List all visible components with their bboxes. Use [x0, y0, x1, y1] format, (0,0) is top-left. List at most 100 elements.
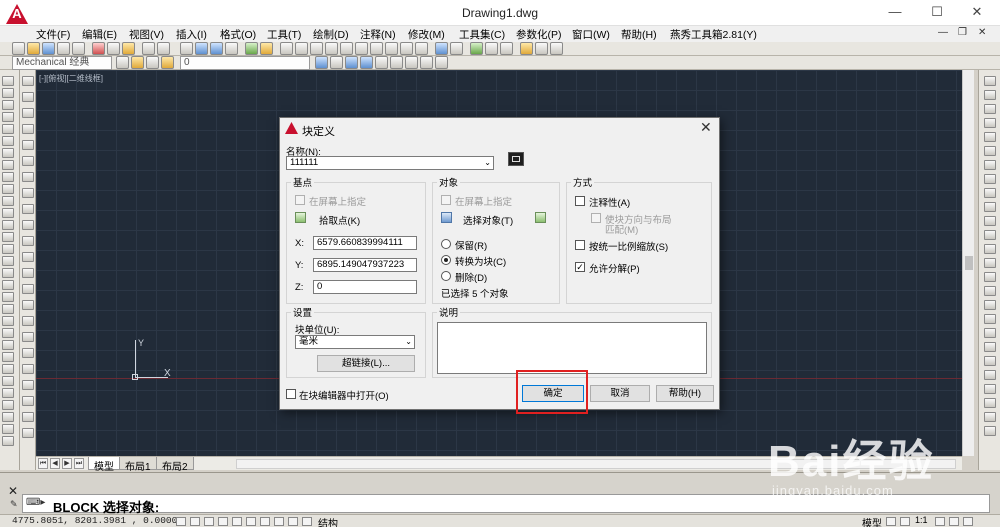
- last-tab-icon[interactable]: ⏭: [74, 458, 84, 469]
- ducs-icon[interactable]: [274, 517, 284, 526]
- quick-view-layouts-icon[interactable]: [886, 517, 896, 526]
- snap-tangent-icon[interactable]: [984, 202, 996, 212]
- single-line-text-icon[interactable]: [22, 316, 34, 326]
- snap-nearest-icon[interactable]: [984, 272, 996, 282]
- redo-icon[interactable]: [157, 42, 170, 55]
- lengthen-icon[interactable]: [22, 140, 34, 150]
- polar-tracking-icon[interactable]: [218, 517, 228, 526]
- menu-draw[interactable]: 绘制(D): [313, 27, 349, 42]
- polyline-icon[interactable]: [2, 100, 14, 110]
- polygon-icon[interactable]: [2, 112, 14, 122]
- match-orientation-checkbox[interactable]: [591, 213, 601, 223]
- fillet-icon[interactable]: [22, 92, 34, 102]
- chevron-down-icon[interactable]: ⌄: [484, 157, 491, 169]
- dimension-arc-icon[interactable]: [310, 42, 323, 55]
- structure-label[interactable]: 结构: [318, 515, 338, 527]
- snap-parallel-icon[interactable]: [984, 230, 996, 240]
- measure-icon[interactable]: [22, 204, 34, 214]
- viewport-controls-label[interactable]: [-][俯视][二维线框]: [39, 73, 103, 84]
- point-icon[interactable]: [2, 232, 14, 242]
- quick-select-icon[interactable]: [535, 212, 546, 223]
- hyperlink-button[interactable]: 超链接(L)...: [317, 355, 415, 372]
- dimension-aligned-icon[interactable]: [295, 42, 308, 55]
- snap-midpoint-icon[interactable]: [984, 118, 996, 128]
- zoom-window-icon[interactable]: [210, 42, 223, 55]
- undo-icon[interactable]: [142, 42, 155, 55]
- quick-dimension-icon[interactable]: [385, 42, 398, 55]
- move-icon[interactable]: [2, 364, 14, 374]
- xref-icon[interactable]: [22, 364, 34, 374]
- menu-window[interactable]: 窗口(W): [572, 27, 610, 42]
- trim-icon[interactable]: [2, 412, 14, 422]
- dimension-radius-icon[interactable]: [340, 42, 353, 55]
- minimize-button[interactable]: —: [880, 2, 910, 22]
- annotative-checkbox[interactable]: [575, 196, 585, 206]
- break-icon[interactable]: [2, 436, 14, 446]
- cut-icon[interactable]: [92, 42, 105, 55]
- otrack-icon[interactable]: [260, 517, 270, 526]
- snap-quadrant-icon[interactable]: [984, 188, 996, 198]
- multileader-icon[interactable]: [550, 42, 563, 55]
- clean-screen-icon[interactable]: [963, 517, 973, 526]
- table-icon[interactable]: [2, 280, 14, 290]
- erase-icon[interactable]: [2, 304, 14, 314]
- dimension-angular-icon[interactable]: [370, 42, 383, 55]
- align-icon[interactable]: [22, 156, 34, 166]
- spell-check-icon[interactable]: [22, 332, 34, 342]
- scale-uniformly-checkbox[interactable]: [575, 240, 585, 250]
- find-icon[interactable]: [22, 348, 34, 358]
- delete-radio[interactable]: [441, 271, 451, 281]
- snap-insert-icon[interactable]: [984, 244, 996, 254]
- mtext-icon[interactable]: [2, 292, 14, 302]
- new-icon[interactable]: [12, 42, 25, 55]
- menu-file[interactable]: 文件(F): [36, 27, 70, 42]
- array-icon[interactable]: [2, 352, 14, 362]
- center-mark-icon[interactable]: [450, 42, 463, 55]
- snap-center-icon[interactable]: [984, 174, 996, 184]
- menu-help[interactable]: 帮助(H): [621, 27, 657, 42]
- ole-object-icon[interactable]: [22, 396, 34, 406]
- make-current-layer-icon[interactable]: [315, 56, 328, 69]
- grid-mode-icon[interactable]: [190, 517, 200, 526]
- doc-restore-button[interactable]: ❐: [958, 27, 967, 38]
- pick-point-icon[interactable]: [295, 212, 306, 223]
- menu-annotate[interactable]: 注释(N): [360, 27, 396, 42]
- gradient-icon[interactable]: [2, 256, 14, 266]
- stretch-icon[interactable]: [2, 400, 14, 410]
- cancel-button[interactable]: 取消: [590, 385, 650, 402]
- chamfer-icon[interactable]: [22, 76, 34, 86]
- menu-yanxiu-toolbox[interactable]: 燕秀工具箱2.81(Y): [670, 27, 757, 42]
- explode-icon[interactable]: [22, 108, 34, 118]
- doc-close-button[interactable]: ✕: [978, 27, 986, 38]
- snap-perpendicular-icon[interactable]: [984, 216, 996, 226]
- select-objects-icon[interactable]: [441, 212, 452, 223]
- zoom-out-icon[interactable]: [435, 56, 448, 69]
- snap-intersection-icon[interactable]: [984, 132, 996, 142]
- insert-block-icon[interactable]: [2, 208, 14, 218]
- extend-icon[interactable]: [2, 424, 14, 434]
- convert-to-block-radio[interactable]: [441, 255, 451, 265]
- snap-node-icon[interactable]: [984, 258, 996, 268]
- zoom-realtime-icon[interactable]: [195, 42, 208, 55]
- mirror-icon[interactable]: [2, 328, 14, 338]
- close-button[interactable]: ✕: [962, 2, 992, 22]
- dimension-ordinate-icon[interactable]: [325, 42, 338, 55]
- region-icon[interactable]: [2, 268, 14, 278]
- make-block-icon[interactable]: [2, 220, 14, 230]
- join-icon[interactable]: [22, 124, 34, 134]
- lightbulb-icon[interactable]: [161, 56, 174, 69]
- model-space-label[interactable]: 模型: [862, 515, 882, 527]
- first-tab-icon[interactable]: ⏮: [38, 458, 48, 469]
- command-settings-icon[interactable]: ✎: [10, 499, 18, 510]
- ucs-zaxis-icon[interactable]: [984, 398, 996, 408]
- ucs-face-icon[interactable]: [984, 356, 996, 366]
- scale-icon[interactable]: [2, 388, 14, 398]
- dialog-close-button[interactable]: ✕: [700, 119, 712, 136]
- object-snap-icon[interactable]: [232, 517, 242, 526]
- y-coordinate-input[interactable]: 6895.149047937223: [313, 258, 417, 272]
- description-textarea[interactable]: [437, 322, 707, 374]
- help-button[interactable]: 帮助(H): [656, 385, 714, 402]
- dyn-input-icon[interactable]: [288, 517, 298, 526]
- pan-icon[interactable]: [180, 42, 193, 55]
- quick-view-drawings-icon[interactable]: [900, 517, 910, 526]
